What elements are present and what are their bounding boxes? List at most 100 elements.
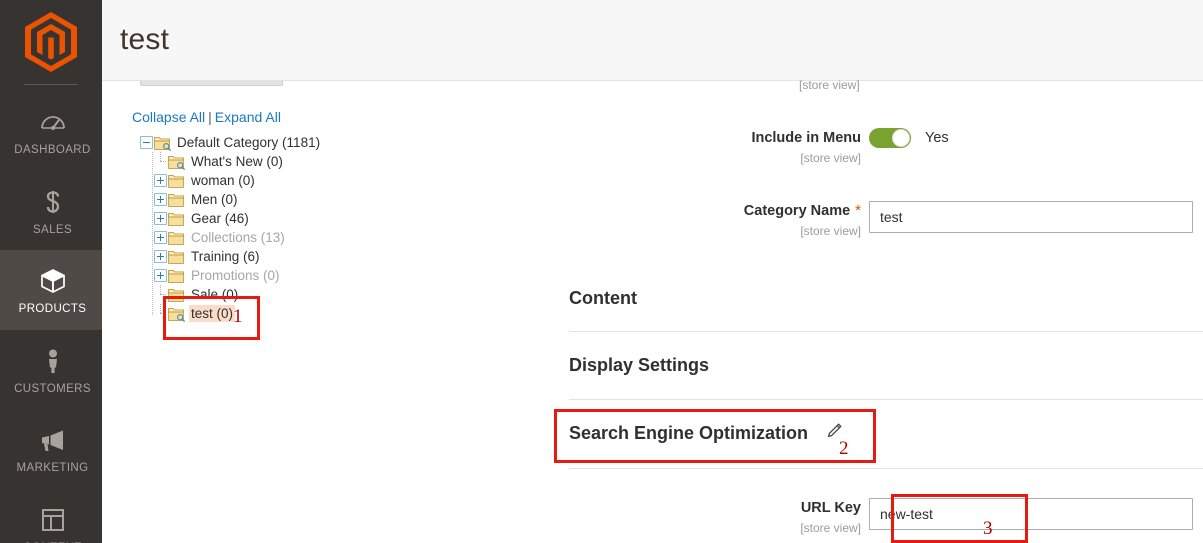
admin-sidebar: DASHBOARD SALES PRODUCTS CUSTOMERS MARKE… xyxy=(0,0,102,543)
section-content-title: Content xyxy=(569,288,637,308)
megaphone-icon xyxy=(5,425,100,455)
magento-admin-category-page: DASHBOARD SALES PRODUCTS CUSTOMERS MARKE… xyxy=(0,0,1203,543)
category-tree-children: What's New (0) woman (0) Men (0) Gear (46) C… xyxy=(132,152,462,323)
category-tree-panel: Collapse All | Expand All Default Category… xyxy=(132,108,462,323)
tree-node-label: Gear (46) xyxy=(191,211,249,226)
section-content[interactable]: Content xyxy=(569,287,1203,309)
section-seo-title-group: Search Engine Optimization xyxy=(569,422,843,444)
url-key-label-group: URL Key [store view] xyxy=(569,498,869,538)
expand-plus-icon[interactable] xyxy=(154,174,167,187)
folder-icon xyxy=(168,288,185,302)
person-icon xyxy=(5,346,100,376)
tree-action-separator: | xyxy=(208,109,212,125)
sidebar-item-content[interactable]: CONTENT xyxy=(0,489,102,543)
include-in-menu-label: Include in Menu xyxy=(751,130,861,146)
expand-all-link[interactable]: Expand All xyxy=(215,109,281,125)
tree-node-label: What's New (0) xyxy=(191,154,283,169)
required-asterisk: * xyxy=(855,202,861,219)
tree-node-promotions[interactable]: Promotions (0) xyxy=(154,266,462,285)
expand-plus-icon[interactable] xyxy=(154,231,167,244)
folder-icon xyxy=(168,231,185,245)
sidebar-item-dashboard[interactable]: DASHBOARD xyxy=(0,91,102,171)
folder-icon xyxy=(168,174,185,188)
scope-label-cutoff: [store view] xyxy=(799,78,860,92)
include-in-menu-scope: [store view] xyxy=(800,151,861,165)
dollar-sign-icon xyxy=(5,187,100,217)
category-form: [store view] Include in Menu [store view… xyxy=(569,78,1203,543)
sidebar-divider xyxy=(24,84,78,85)
url-key-input[interactable] xyxy=(869,498,1193,530)
expand-plus-icon[interactable] xyxy=(154,193,167,206)
tree-node-label: Promotions (0) xyxy=(191,268,280,283)
folder-icon xyxy=(168,212,185,226)
category-name-scope: [store view] xyxy=(800,224,861,238)
tree-node-label: Sale (0) xyxy=(191,287,239,302)
magento-logo[interactable] xyxy=(0,0,102,84)
box-package-icon xyxy=(5,266,100,296)
tree-node-men[interactable]: Men (0) xyxy=(154,190,462,209)
sidebar-item-sales[interactable]: SALES xyxy=(0,171,102,251)
tree-node-sale[interactable]: Sale (0) xyxy=(154,285,462,304)
collapse-all-link[interactable]: Collapse All xyxy=(132,109,205,125)
tree-node-test[interactable]: test (0) xyxy=(154,304,462,323)
folder-search-icon xyxy=(168,307,185,322)
category-name-label-group: Category Name * [store view] xyxy=(569,201,869,241)
tree-node-label: Default Category (1181) xyxy=(177,135,321,150)
scrolled-off-button[interactable] xyxy=(140,81,283,86)
sidebar-item-label: SALES xyxy=(32,223,73,236)
folder-search-icon xyxy=(154,136,171,151)
expand-plus-icon[interactable] xyxy=(154,212,167,225)
section-display-settings[interactable]: Display Settings xyxy=(569,354,1203,376)
field-category-name: Category Name * [store view] xyxy=(569,201,1193,241)
folder-icon xyxy=(168,193,185,207)
pencil-edit-icon[interactable] xyxy=(826,422,843,444)
sidebar-item-label: DASHBOARD xyxy=(14,144,91,156)
category-tree: Default Category (1181) What's New (0) wom… xyxy=(132,133,462,323)
divider-after-content xyxy=(569,331,1203,332)
sidebar-item-marketing[interactable]: MARKETING xyxy=(0,409,102,489)
tree-node-collections[interactable]: Collections (13) xyxy=(154,228,462,247)
tree-node-label: woman (0) xyxy=(191,173,255,188)
tree-line-icon xyxy=(154,285,167,301)
sidebar-item-label: MARKETING xyxy=(16,462,89,474)
field-include-in-menu: Include in Menu [store view] Yes xyxy=(569,128,949,168)
include-in-menu-toggle[interactable] xyxy=(869,128,911,148)
tree-node-training[interactable]: Training (6) xyxy=(154,247,462,266)
section-seo-title: Search Engine Optimization xyxy=(569,423,809,443)
sidebar-item-customers[interactable]: CUSTOMERS xyxy=(0,330,102,410)
url-key-scope: [store view] xyxy=(800,521,861,535)
tree-node-woman[interactable]: woman (0) xyxy=(154,171,462,190)
include-in-menu-label-group: Include in Menu [store view] xyxy=(569,128,869,168)
tree-node-label: test (0) xyxy=(189,305,236,322)
category-name-input[interactable] xyxy=(869,201,1193,233)
include-in-menu-value: Yes xyxy=(925,130,949,146)
divider-after-display-settings xyxy=(569,399,1203,400)
toggle-knob xyxy=(892,129,910,147)
tree-node-what-s-new[interactable]: What's New (0) xyxy=(154,152,462,171)
sidebar-item-label: CUSTOMERS xyxy=(14,382,91,395)
divider-after-seo xyxy=(569,468,1203,469)
section-search-engine-optimization[interactable]: Search Engine Optimization xyxy=(569,422,1203,444)
expand-plus-icon[interactable] xyxy=(154,269,167,282)
collapse-minus-icon[interactable] xyxy=(140,136,153,149)
sidebar-item-products[interactable]: PRODUCTS xyxy=(0,250,102,330)
tree-node-label: Men (0) xyxy=(191,192,238,207)
tree-line-icon xyxy=(154,304,167,320)
magento-logo-icon xyxy=(25,12,77,72)
sidebar-item-label: PRODUCTS xyxy=(18,303,87,315)
tree-node-default-category[interactable]: Default Category (1181) xyxy=(140,133,462,152)
tree-node-label: Training (6) xyxy=(191,249,260,264)
layout-panel-icon xyxy=(5,505,100,535)
tree-node-gear[interactable]: Gear (46) xyxy=(154,209,462,228)
field-url-key: URL Key [store view] xyxy=(569,498,1193,538)
tree-node-label: Collections (13) xyxy=(191,230,285,245)
dashboard-gauge-icon xyxy=(5,107,100,137)
folder-search-icon xyxy=(168,155,185,170)
page-header: test xyxy=(102,0,1203,81)
section-display-settings-title: Display Settings xyxy=(569,355,710,375)
category-name-label: Category Name xyxy=(743,203,851,219)
folder-icon xyxy=(168,269,185,283)
expand-plus-icon[interactable] xyxy=(154,250,167,263)
tree-actions: Collapse All | Expand All xyxy=(132,108,462,126)
tree-line-icon xyxy=(154,152,167,168)
